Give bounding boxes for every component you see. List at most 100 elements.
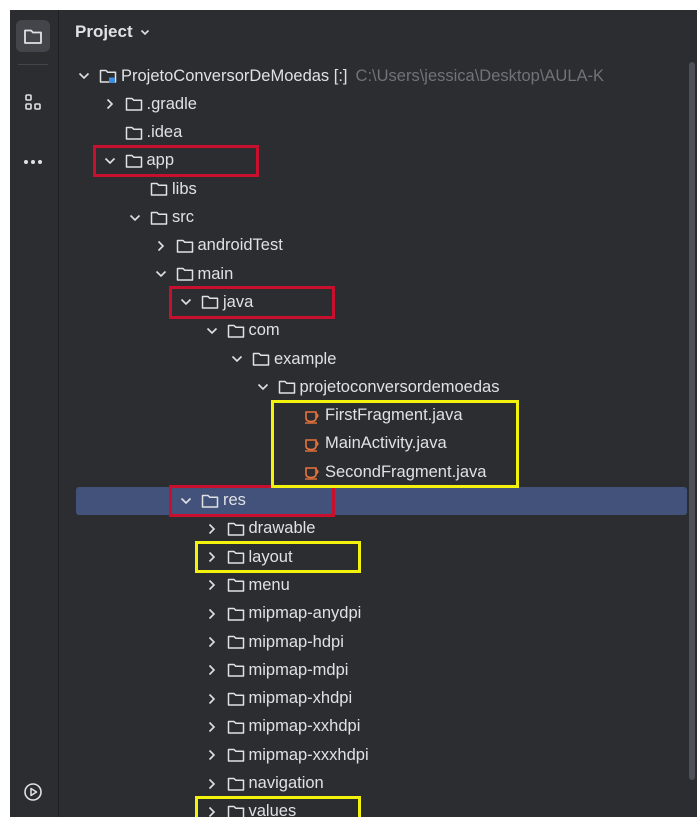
folder-icon bbox=[227, 579, 244, 593]
tree-node-libs[interactable]: libs bbox=[59, 175, 697, 203]
highlight-box-layout bbox=[194, 541, 361, 574]
tree-node-res[interactable]: res bbox=[76, 486, 687, 515]
tree-node-mipmap-mdpi[interactable]: mipmap-mdpi bbox=[59, 656, 697, 684]
tree-node-java[interactable]: java bbox=[59, 288, 697, 316]
tree-node-label: mipmap-xxhdpi bbox=[248, 717, 361, 736]
ide-window: Project ProjetoConversorDeMoedas [:] C:\U… bbox=[10, 10, 697, 817]
chevron-right-icon[interactable] bbox=[205, 748, 219, 762]
chevron-right-icon[interactable] bbox=[205, 522, 219, 536]
tree-node-label: mipmap-xhdpi bbox=[248, 689, 353, 708]
more-icon bbox=[24, 160, 42, 164]
tree-node-example[interactable]: example bbox=[59, 345, 697, 373]
tree-node-label: com bbox=[248, 321, 280, 340]
chevron-down-icon[interactable] bbox=[77, 69, 91, 83]
highlight-box-java-files bbox=[271, 399, 519, 489]
chevron-down-icon[interactable] bbox=[230, 352, 244, 366]
folder-icon bbox=[227, 777, 244, 791]
tree-node-mipmap-xxxhdpi[interactable]: mipmap-xxxhdpi bbox=[59, 741, 697, 769]
chevron-right-icon[interactable] bbox=[205, 720, 219, 734]
chevron-right-icon[interactable] bbox=[103, 97, 117, 111]
tree-node-projetoconversordemoedas[interactable]: projetoconversordemoedas bbox=[59, 373, 697, 401]
chevron-right-icon[interactable] bbox=[205, 663, 219, 677]
chevron-down-icon[interactable] bbox=[128, 211, 142, 225]
folder-icon bbox=[227, 720, 244, 734]
tree-node-label: drawable bbox=[248, 519, 316, 538]
tree-node-layout[interactable]: layout bbox=[59, 543, 697, 571]
folder-icon bbox=[227, 324, 244, 338]
tree-node-gradle[interactable]: .gradle bbox=[59, 90, 697, 118]
tree-node-src[interactable]: src bbox=[59, 204, 697, 232]
tree-node-com[interactable]: com bbox=[59, 317, 697, 345]
chevron-down-icon[interactable] bbox=[256, 380, 270, 394]
folder-icon bbox=[227, 607, 244, 621]
chevron-right-icon[interactable] bbox=[205, 692, 219, 706]
chevron-right-icon[interactable] bbox=[205, 607, 219, 621]
tree-node-label: mipmap-hdpi bbox=[248, 632, 344, 651]
tree-scrollbar[interactable] bbox=[689, 62, 695, 780]
highlight-box-values bbox=[194, 795, 361, 817]
run-icon bbox=[24, 783, 42, 801]
tree-node-label: mipmap-anydpi bbox=[248, 604, 362, 623]
tree-node-label: .idea bbox=[146, 123, 183, 142]
folder-icon bbox=[176, 239, 193, 253]
tree-node-label: src bbox=[172, 208, 194, 226]
tree-node-mipmap-xxhdpi[interactable]: mipmap-xxhdpi bbox=[59, 713, 697, 741]
tree-node-label: projetoconversordemoedas bbox=[299, 377, 500, 396]
tree-node-androidtest[interactable]: androidTest bbox=[59, 232, 697, 260]
tree-node-idea[interactable]: .idea bbox=[59, 119, 697, 147]
tree-node-main[interactable]: main bbox=[59, 260, 697, 288]
tree-node-label: ProjetoConversorDeMoedas [:] bbox=[121, 66, 348, 85]
structure-tool-button[interactable] bbox=[16, 86, 50, 118]
chevron-right-icon[interactable] bbox=[205, 777, 219, 791]
toolstrip-divider bbox=[18, 64, 48, 65]
folder-icon bbox=[227, 635, 244, 649]
tree-node-label: androidTest bbox=[197, 236, 283, 255]
chevron-right-icon[interactable] bbox=[205, 578, 219, 592]
tree-node-navigation[interactable]: navigation bbox=[59, 770, 697, 798]
tree-node-label: .gradle bbox=[146, 94, 197, 113]
tree-node-label: mipmap-xxxhdpi bbox=[248, 745, 369, 764]
chevron-right-icon[interactable] bbox=[205, 635, 219, 649]
folder-icon bbox=[150, 211, 168, 225]
folder-icon bbox=[252, 352, 270, 366]
highlight-box-app bbox=[92, 144, 259, 178]
folder-icon bbox=[227, 664, 244, 678]
folder-icon bbox=[125, 98, 142, 112]
tree-node-drawable[interactable]: drawable bbox=[59, 515, 697, 543]
chevron-down-icon[interactable] bbox=[205, 324, 219, 338]
folder-icon bbox=[125, 126, 142, 140]
folder-icon bbox=[176, 267, 193, 281]
folder-icon bbox=[227, 748, 244, 762]
folder-icon bbox=[150, 182, 168, 196]
tree-node-label: example bbox=[274, 349, 337, 368]
module-folder-icon bbox=[99, 69, 117, 83]
panel-title: Project bbox=[75, 22, 133, 41]
project-view-selector[interactable]: Project bbox=[75, 18, 151, 46]
tree-node-label: navigation bbox=[248, 774, 324, 792]
tree-node-projetoconversordemoedas[interactable]: ProjetoConversorDeMoedas [:] C:\Users\jes… bbox=[59, 62, 697, 90]
chevron-down-icon bbox=[140, 29, 149, 36]
chevron-right-icon[interactable] bbox=[154, 239, 168, 253]
tree-node-values[interactable]: values bbox=[59, 798, 697, 817]
tree-node-menu[interactable]: menu bbox=[59, 571, 697, 599]
more-tools-button[interactable] bbox=[16, 146, 50, 178]
tree-node-label: main bbox=[197, 264, 234, 283]
run-tool-button[interactable] bbox=[16, 776, 50, 808]
folder-icon bbox=[227, 522, 244, 536]
folder-icon bbox=[24, 29, 42, 44]
tree-node-label: libs bbox=[172, 179, 197, 198]
tree-node-mipmap-xhdpi[interactable]: mipmap-xhdpi bbox=[59, 685, 697, 713]
chevron-down-icon[interactable] bbox=[154, 267, 168, 281]
tree-node-label: menu bbox=[248, 575, 290, 594]
project-tool-button[interactable] bbox=[16, 20, 50, 52]
tree-node-mipmap-anydpi[interactable]: mipmap-anydpi bbox=[59, 600, 697, 628]
folder-icon bbox=[278, 381, 295, 395]
highlight-box-java bbox=[169, 286, 335, 319]
tree-node-label: mipmap-mdpi bbox=[248, 660, 349, 679]
tree-node-mipmap-hdpi[interactable]: mipmap-hdpi bbox=[59, 628, 697, 656]
tool-window-strip bbox=[10, 10, 59, 817]
project-path: C:\Users\jessica\Desktop\AULA-K bbox=[355, 66, 605, 85]
structure-icon bbox=[25, 94, 41, 110]
folder-icon bbox=[227, 692, 244, 706]
highlight-box-res bbox=[169, 484, 335, 517]
